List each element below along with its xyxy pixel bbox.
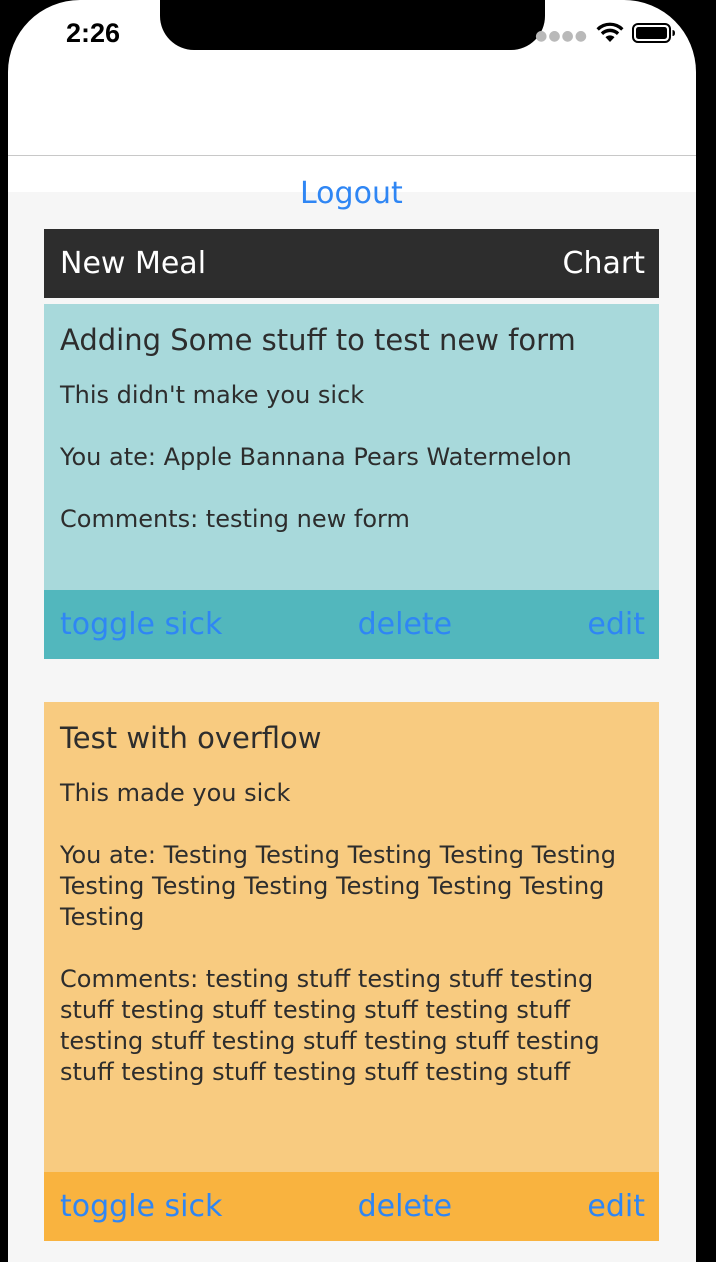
status-time: 2:26 [66,18,121,48]
device-notch [160,0,545,50]
cellular-signal-icon: ●●●● [535,28,588,44]
meal-card: Adding Some stuff to test new form This … [44,304,659,659]
toggle-sick-button[interactable]: toggle sick [60,607,222,642]
meal-title: Adding Some stuff to test new form [60,323,576,357]
wifi-icon [596,22,624,42]
meal-card: Test with overflow This made you sick Yo… [44,702,659,1241]
meal-comments: Comments: testing new form [60,505,410,533]
status-icons: ●●●● [535,22,676,44]
phone-frame: 2:26 ●●●● Logout New Meal Chart Adding S… [0,0,716,1262]
delete-button[interactable]: delete [358,1189,453,1224]
delete-button[interactable]: delete [358,607,453,642]
top-action-bar: New Meal Chart [44,229,659,298]
battery-icon [632,23,675,43]
meal-card-body: Adding Some stuff to test new form This … [44,304,659,535]
meal-foods: You ate: Apple Bannana Pears Watermelon [60,443,572,471]
meal-card-body: Test with overflow This made you sick Yo… [44,702,659,1088]
edit-button[interactable]: edit [587,1189,645,1224]
logout-link[interactable]: Logout [300,176,403,211]
toggle-sick-button[interactable]: toggle sick [60,1189,222,1224]
edit-button[interactable]: edit [587,607,645,642]
chart-button[interactable]: Chart [563,246,645,281]
new-meal-button[interactable]: New Meal [60,246,206,281]
meal-card-actions: toggle sick delete edit [44,590,659,659]
meal-title: Test with overflow [60,721,322,755]
meal-comments: Comments: testing stuff testing stuff te… [60,965,600,1086]
meal-sick-status: This didn't make you sick [60,381,365,409]
meal-foods: You ate: Testing Testing Testing Testing… [60,841,616,931]
meal-card-actions: toggle sick delete edit [44,1172,659,1241]
meal-sick-status: This made you sick [60,779,291,807]
